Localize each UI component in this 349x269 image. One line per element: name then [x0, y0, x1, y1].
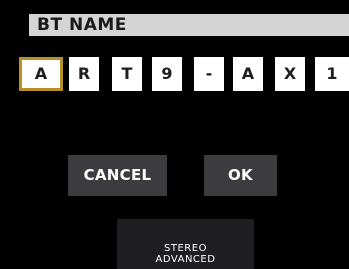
mode-indicator: STEREO ADVANCED — [117, 219, 254, 269]
name-char-slot-6[interactable]: A — [233, 57, 263, 91]
cancel-button[interactable]: CANCEL — [68, 155, 167, 196]
name-char-slot-2[interactable]: R — [69, 57, 99, 91]
name-char-slot-7[interactable]: X — [275, 57, 305, 91]
name-char-slot-4[interactable]: 9 — [152, 57, 182, 91]
name-char-slot-1[interactable]: A — [19, 57, 63, 91]
name-char-slot-8[interactable]: 1 — [315, 57, 349, 91]
mode-line-stereo: STEREO — [164, 243, 207, 254]
ok-button[interactable]: OK — [204, 155, 277, 196]
name-char-slot-5[interactable]: - — [194, 57, 224, 91]
name-char-slot-3[interactable]: T — [112, 57, 142, 91]
page-title: BT NAME — [29, 14, 349, 36]
mode-line-advanced: ADVANCED — [155, 254, 216, 265]
